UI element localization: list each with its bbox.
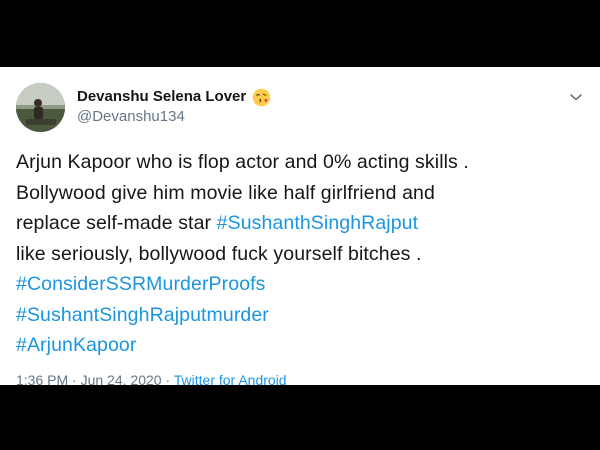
tweet-header: Devanshu Selena Lover @Devanshu134 (77, 87, 271, 127)
tweet-line: like seriously, bollywood fuck yourself … (16, 242, 422, 265)
meta-separator: · (68, 372, 81, 385)
tweet-text: Arjun Kapoor who is flop actor and 0% ac… (16, 147, 586, 361)
tweet-date[interactable]: Jun 24, 2020 (81, 372, 162, 385)
tweet-metadata: 1:36 PM · Jun 24, 2020 · Twitter for And… (16, 372, 287, 385)
meta-separator: · (161, 372, 174, 385)
display-name[interactable]: Devanshu Selena Lover (77, 87, 246, 107)
face-blowing-kiss-icon (252, 88, 271, 107)
tweet-time[interactable]: 1:36 PM (16, 372, 68, 385)
tweet-source-link[interactable]: Twitter for Android (174, 372, 287, 385)
hashtag-link[interactable]: #SushanthSinghRajput (217, 212, 419, 234)
user-handle[interactable]: @Devanshu134 (77, 107, 271, 127)
screenshot-frame: Devanshu Selena Lover @Devanshu134 Arjun… (0, 67, 600, 385)
tweet-card: Devanshu Selena Lover @Devanshu134 Arjun… (0, 67, 600, 385)
hashtag-link[interactable]: #ConsiderSSRMurderProofs (16, 269, 586, 300)
tweet-line: Arjun Kapoor who is flop actor and 0% ac… (16, 151, 469, 173)
chevron-down-icon[interactable] (568, 89, 584, 105)
tweet-line: replace self-made star #SushanthSinghRaj… (16, 208, 586, 239)
tweet-line: Bollywood give him movie like half girlf… (16, 181, 435, 204)
display-name-row: Devanshu Selena Lover (77, 87, 271, 107)
hashtag-link[interactable]: #ArjunKapoor (16, 330, 586, 361)
hashtag-link[interactable]: #SushantSinghRajputmurder (16, 300, 586, 331)
tweet-line-prefix: replace self-made star (16, 212, 217, 234)
avatar[interactable] (16, 83, 65, 132)
